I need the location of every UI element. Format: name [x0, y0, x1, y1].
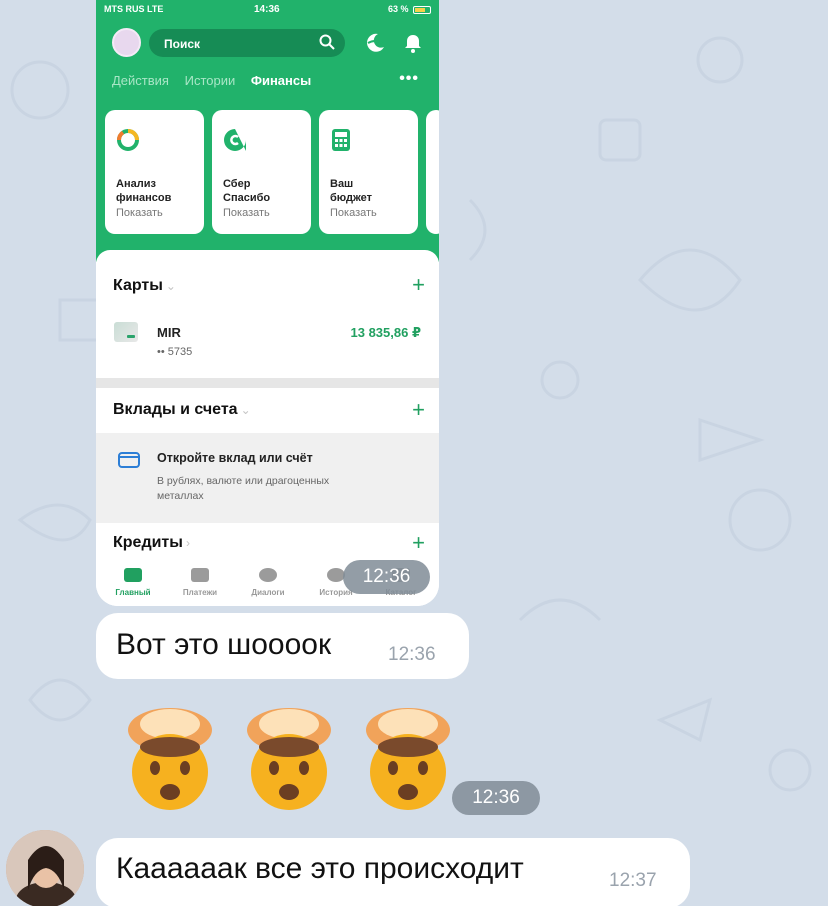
- cards-section-label: Карты: [113, 277, 163, 294]
- profile-avatar[interactable]: [112, 28, 141, 57]
- emoji-message-time: 12:36: [452, 781, 540, 815]
- card-action: Показать: [116, 207, 163, 219]
- carrier-label: MTS RUS LTE: [104, 4, 164, 14]
- status-time: 14:36: [254, 4, 280, 15]
- open-deposit-subtitle: В рублях, валюте или драгоценных: [157, 475, 330, 487]
- avatar-photo: [6, 830, 84, 906]
- nav-label: Диалоги: [251, 588, 285, 597]
- nav-payments[interactable]: Платежи: [170, 568, 230, 597]
- sber-spasibo-card[interactable]: Сбер Спасибо Показать: [212, 110, 311, 234]
- chevron-right-icon: ›: [185, 536, 190, 550]
- nav-home[interactable]: Главный: [103, 568, 163, 597]
- battery-indicator: 63 %: [388, 4, 431, 14]
- message-text: Кааааaак все это происходит: [116, 852, 524, 885]
- finance-analysis-card[interactable]: Анализ финансов Показать: [105, 110, 204, 234]
- card-title-line2: Спасибо: [223, 192, 271, 204]
- add-credit-button[interactable]: +: [412, 532, 425, 554]
- add-card-button[interactable]: +: [412, 274, 425, 296]
- message-time: 12:36: [388, 644, 436, 665]
- calculator-icon: [332, 129, 350, 151]
- chevron-down-icon: ⌄: [165, 279, 176, 293]
- battery-icon: [413, 5, 431, 14]
- message-text: Вот это шоооок: [116, 628, 332, 661]
- analysis-icon: [116, 129, 139, 151]
- deposits-section-label: Вклады и счета: [113, 401, 238, 418]
- more-icon[interactable]: •••: [399, 70, 419, 88]
- mir-card-icon: [114, 322, 138, 342]
- card-title-line2: бюджет: [330, 192, 373, 204]
- card-name[interactable]: MIR: [157, 325, 181, 340]
- battery-percent: 63 %: [387, 4, 409, 14]
- chat-icon: [259, 568, 277, 582]
- search-placeholder: Поиск: [164, 37, 201, 51]
- message-bubble[interactable]: Вот это шоооок 12:36: [96, 613, 469, 679]
- message-time: 12:37: [609, 870, 657, 891]
- moon-icon[interactable]: [364, 31, 386, 53]
- open-deposit-subtitle-2: металлах: [157, 490, 204, 502]
- card-title-line2: финансов: [116, 192, 172, 204]
- card-action: Показать: [223, 207, 270, 219]
- status-bar: MTS RUS LTE 14:36 63 %: [104, 4, 431, 18]
- top-tabs: Действия Истории Финансы: [112, 73, 323, 88]
- header-green-area: MTS RUS LTE 14:36 63 % Поиск Действия Ис…: [96, 0, 439, 262]
- chevron-down-icon: ⌄: [240, 403, 251, 417]
- nav-dialogs[interactable]: Диалоги: [238, 568, 298, 597]
- nav-label: Платежи: [182, 588, 218, 597]
- add-deposit-button[interactable]: +: [412, 399, 425, 421]
- open-deposit-title: Откройте вклад или счёт: [157, 451, 313, 465]
- sber-spasibo-icon: [224, 129, 246, 151]
- search-icon: [319, 34, 335, 50]
- tab-finance[interactable]: Финансы: [251, 73, 311, 88]
- sber-app-screenshot[interactable]: MTS RUS LTE 14:36 63 % Поиск Действия Ис…: [96, 0, 439, 606]
- payments-icon: [191, 568, 209, 582]
- message-bubble[interactable]: Кааааaак все это происходит 12:37: [96, 838, 690, 906]
- exploding-head-emoji: [366, 708, 450, 810]
- credits-section-title[interactable]: Кредиты ›: [113, 534, 190, 552]
- sender-avatar[interactable]: [6, 830, 84, 906]
- credits-section-label: Кредиты: [113, 534, 183, 551]
- home-icon: [124, 568, 142, 582]
- card-balance: 13 835,86 ₽: [350, 325, 422, 340]
- exploding-head-emoji: [247, 708, 331, 810]
- photo-timestamp: 12:36: [343, 560, 430, 594]
- tab-stories[interactable]: Истории: [185, 73, 236, 88]
- open-deposit-banner[interactable]: Откройте вклад или счёт В рублях, валюте…: [96, 433, 439, 523]
- card-action: Показать: [330, 207, 377, 219]
- section-divider: [96, 378, 439, 388]
- budget-card[interactable]: Ваш бюджет Показать: [319, 110, 418, 234]
- bell-icon[interactable]: [404, 33, 422, 53]
- wallet-icon: [118, 452, 140, 468]
- tab-actions[interactable]: Действия: [112, 73, 169, 88]
- nav-label: Главный: [115, 588, 151, 597]
- card-number: •• 5735: [157, 346, 193, 358]
- cards-section-title[interactable]: Карты ⌄: [113, 277, 176, 295]
- main-content: Карты ⌄ + MIR •• 5735 13 835,86 ₽ Вклады …: [96, 250, 439, 606]
- search-input[interactable]: Поиск: [149, 29, 345, 57]
- exploding-head-emoji: [128, 708, 212, 810]
- deposits-section-title[interactable]: Вклады и счета ⌄: [113, 401, 251, 419]
- partial-card[interactable]: [426, 110, 439, 234]
